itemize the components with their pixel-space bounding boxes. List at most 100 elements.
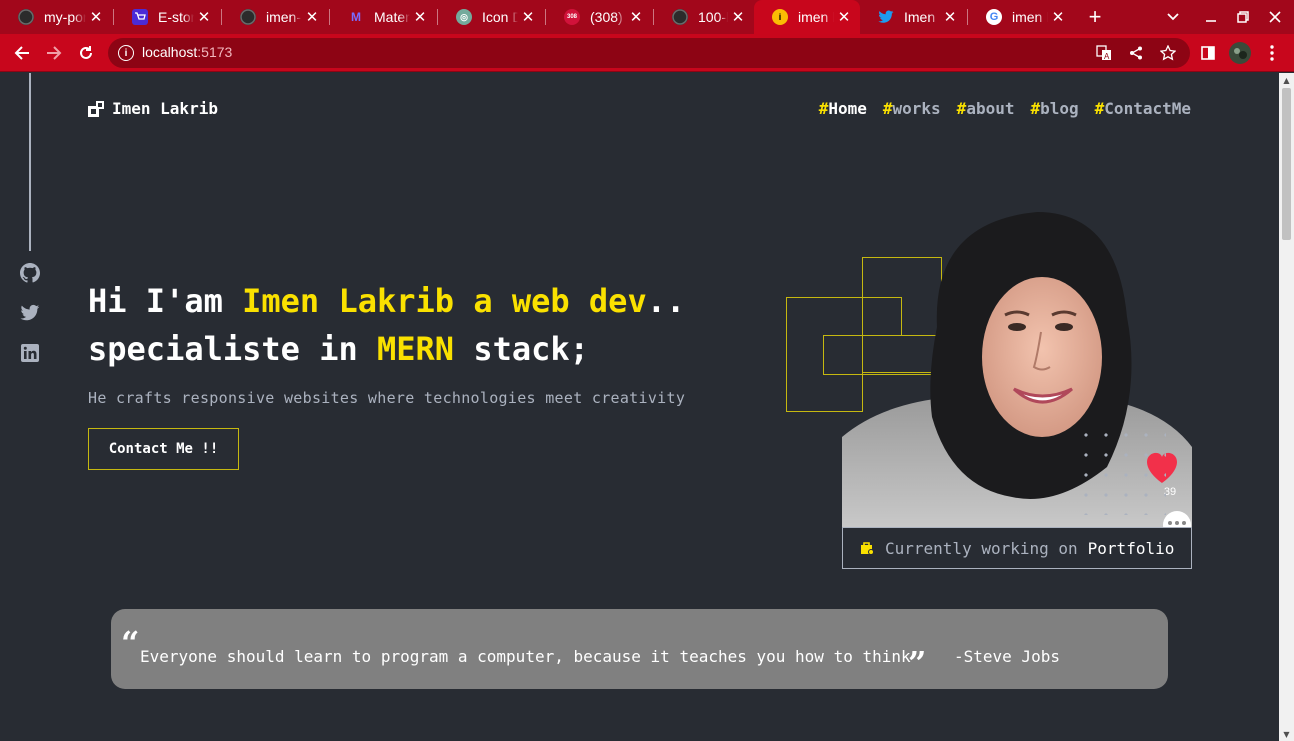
quote-author: -Steve Jobs (954, 647, 1060, 666)
tab-title: (308) Discord (590, 9, 626, 25)
quote-text: Everyone should learn to program a compu… (140, 647, 911, 666)
tab-title: imen lakrib (798, 9, 834, 25)
twitter-link[interactable] (20, 303, 40, 323)
profile-avatar[interactable] (1226, 34, 1254, 72)
tab-title: imen lakrib (1012, 9, 1048, 25)
quote-box: “ Everyone should learn to program a com… (111, 609, 1168, 689)
page-scrollbar[interactable]: ▲ ▼ (1279, 73, 1294, 741)
google-icon: G (986, 9, 1002, 25)
tab-title: Icon Designer (482, 9, 518, 25)
info-icon[interactable]: i (118, 45, 134, 61)
tab-title: Imen Lakrib (904, 9, 940, 25)
chevron-down-icon (1167, 13, 1179, 21)
translate-icon[interactable]: A (1092, 38, 1116, 68)
tab-search-button[interactable] (1160, 0, 1186, 34)
status-prefix: Currently working on (885, 538, 1078, 558)
close-icon[interactable]: ✕ (728, 8, 748, 26)
quote-open-mark: “ (121, 624, 140, 662)
close-icon[interactable]: ✕ (626, 8, 646, 26)
linkedin-icon (21, 344, 39, 362)
hero-highlight: MERN (376, 330, 455, 368)
linkedin-link[interactable] (20, 343, 40, 363)
hero-subtitle: He crafts responsive websites where tech… (88, 389, 686, 407)
close-icon[interactable]: ✕ (194, 8, 214, 26)
tab-2[interactable]: imen-lakrib ✕ (222, 0, 328, 34)
side-panel-icon (1201, 46, 1215, 60)
tab-0[interactable]: my-portfolio ✕ (0, 0, 112, 34)
nav-contact[interactable]: #ContactMe (1095, 99, 1191, 118)
arrow-right-icon (47, 46, 62, 60)
forward-button[interactable] (40, 34, 68, 72)
hero-text: stack; (454, 330, 589, 368)
page-viewport: Imen Lakrib #Home #works #about #blog #C… (0, 73, 1279, 741)
tab-8[interactable]: Imen Lakrib ✕ (860, 0, 966, 34)
tab-7-active[interactable]: i imen lakrib ✕ (754, 0, 860, 34)
openai-icon: ◎ (456, 9, 472, 25)
scroll-up-icon[interactable]: ▲ (1279, 73, 1294, 87)
tab-5[interactable]: 308 (308) Discord ✕ (546, 0, 652, 34)
tab-strip: my-portfolio ✕ E-store ✕ imen-lakrib ✕ M… (0, 0, 1294, 34)
hero-text: .. (646, 282, 686, 320)
cart-icon (132, 9, 148, 25)
tab-title: my-portfolio (44, 9, 86, 25)
tab-title: E-store (158, 9, 194, 25)
close-icon[interactable]: ✕ (834, 8, 854, 26)
minimize-button[interactable] (1198, 0, 1224, 34)
nav-hash: # (1094, 99, 1105, 118)
star-icon[interactable] (1156, 38, 1180, 68)
nav-label: blog (1040, 99, 1079, 118)
close-window-button[interactable] (1262, 0, 1288, 34)
close-icon[interactable]: ✕ (302, 8, 322, 26)
nav-home[interactable]: #Home (819, 99, 867, 118)
address-bar[interactable]: i localhost:5173 A (108, 38, 1190, 68)
nav-label: works (892, 99, 941, 118)
close-icon[interactable]: ✕ (940, 8, 960, 26)
github-icon (672, 9, 688, 25)
close-icon[interactable]: ✕ (518, 8, 538, 26)
github-icon (20, 263, 40, 283)
close-icon (1269, 11, 1281, 23)
url-port: :5173 (197, 44, 233, 60)
menu-button[interactable] (1258, 34, 1286, 72)
nav-label: ContactMe (1104, 99, 1191, 118)
nav-hash: # (882, 99, 893, 118)
tab-title: imen-lakrib (266, 9, 302, 25)
site-logo[interactable]: Imen Lakrib (88, 99, 218, 118)
twitter-icon (20, 304, 40, 321)
scroll-thumb[interactable] (1282, 88, 1291, 240)
close-icon[interactable]: ✕ (410, 8, 430, 26)
mui-icon: M (351, 10, 361, 24)
decor-dots (1076, 425, 1166, 515)
avatar-icon (1229, 42, 1251, 64)
tab-title: Material UI (374, 9, 410, 25)
restore-button[interactable] (1230, 0, 1256, 34)
reload-button[interactable] (72, 34, 100, 72)
back-button[interactable] (8, 34, 36, 72)
tab-1[interactable]: E-store ✕ (114, 0, 220, 34)
github-link[interactable] (20, 263, 40, 283)
scroll-down-icon[interactable]: ▼ (1279, 727, 1294, 741)
close-icon[interactable]: ✕ (1048, 8, 1068, 26)
tab-6[interactable]: 100-best ✕ (654, 0, 754, 34)
url-text[interactable]: localhost:5173 (142, 44, 232, 60)
contact-me-button[interactable]: Contact Me !! (88, 428, 239, 470)
side-panel-button[interactable] (1194, 34, 1222, 72)
nav-blog[interactable]: #blog (1030, 99, 1078, 118)
quote-close-mark: ” (908, 644, 927, 682)
new-tab-button[interactable]: + (1082, 0, 1108, 34)
tab-4[interactable]: ◎ Icon Designer ✕ (438, 0, 544, 34)
status-square-icon (859, 540, 875, 556)
nav-works[interactable]: #works (883, 99, 941, 118)
browser-toolbar: i localhost:5173 A (0, 34, 1294, 72)
status-project: Portfolio (1087, 538, 1175, 558)
tab-9[interactable]: G imen lakrib ✕ (968, 0, 1074, 34)
github-icon (240, 9, 256, 25)
restore-icon (1237, 11, 1249, 23)
tab-title: 100-best (698, 9, 728, 25)
share-icon[interactable] (1124, 38, 1148, 68)
nav-about[interactable]: #about (957, 99, 1015, 118)
hero-text: specialiste in (88, 330, 377, 368)
tab-3[interactable]: M Material UI ✕ (330, 0, 436, 34)
hero-title: Hi I'am Imen Lakrib a web dev.. speciali… (88, 277, 748, 373)
close-icon[interactable]: ✕ (86, 8, 106, 26)
